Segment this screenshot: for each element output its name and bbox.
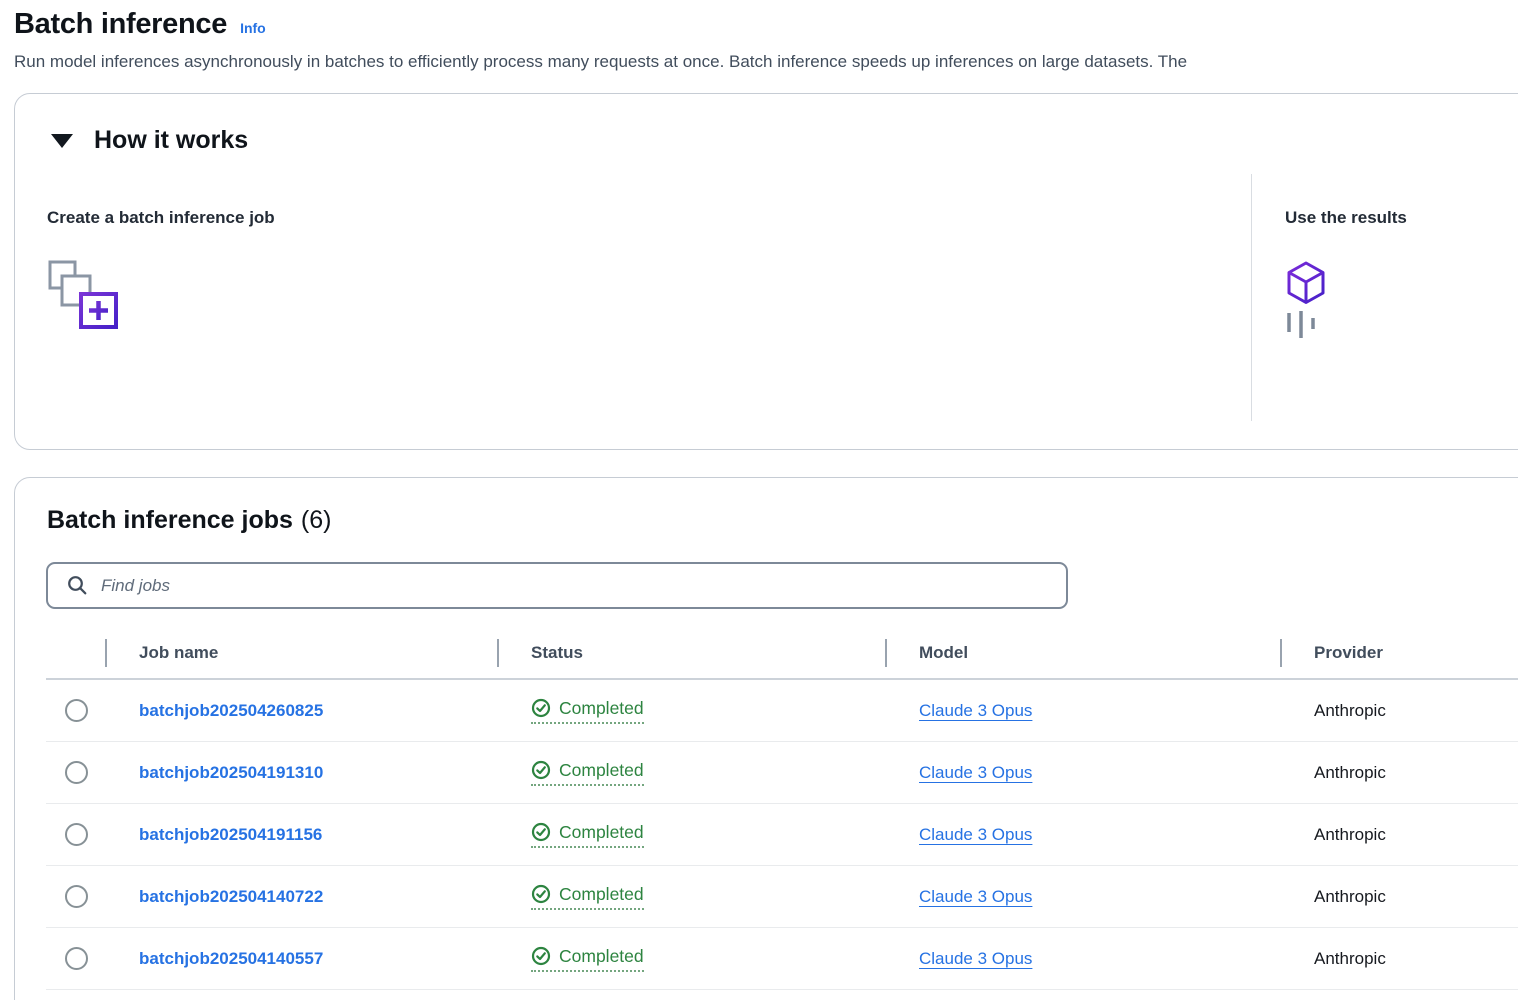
check-circle-icon (531, 760, 551, 780)
jobs-table: Job name Status Model Provider batchjob2… (46, 628, 1518, 990)
selection-cell (46, 699, 106, 722)
status-cell: Completed (498, 822, 886, 848)
caret-down-icon (51, 133, 73, 148)
job-name-cell: batchjob202504140722 (106, 887, 498, 907)
status-cell: Completed (498, 698, 886, 724)
column-header-provider: Provider (1280, 628, 1518, 678)
search-input[interactable] (101, 564, 1066, 607)
use-results-column: Use the results Use the batch inference (1285, 208, 1518, 508)
how-it-works-expander[interactable]: How it works (51, 126, 248, 155)
status-text: Completed (559, 697, 644, 718)
table-row: batchjob202504260825 Completed Claude 3 … (46, 680, 1518, 742)
provider-text: Anthropic (1314, 824, 1386, 844)
page-description: Run model inferences asynchronously in b… (14, 52, 1188, 71)
info-link[interactable]: Info (240, 20, 266, 36)
row-radio-button[interactable] (64, 761, 88, 784)
table-row: batchjob202504191156 Completed Claude 3 … (46, 804, 1518, 866)
job-name-link[interactable]: batchjob202504140557 (139, 949, 323, 968)
model-cell: Claude 3 Opus (886, 701, 1281, 721)
use-results-title: Use the results (1285, 208, 1407, 227)
page-header: Batch inference Info (14, 8, 1518, 41)
model-link[interactable]: Claude 3 Opus (919, 701, 1032, 720)
results-cube-icon (1287, 261, 1325, 304)
table-body: batchjob202504260825 Completed Claude 3 … (46, 680, 1518, 990)
job-name-link[interactable]: batchjob202504191156 (139, 825, 322, 844)
table-row: batchjob202504140722 Completed Claude 3 … (46, 866, 1518, 928)
jobs-search-box[interactable] (46, 562, 1068, 609)
create-job-title: Create a batch inference job (47, 208, 275, 227)
row-radio-button[interactable] (64, 947, 88, 970)
row-radio-button[interactable] (64, 823, 88, 846)
status-text: Completed (559, 759, 644, 780)
how-it-works-title: How it works (94, 126, 249, 154)
provider-text: Anthropic (1314, 886, 1386, 906)
create-job-icon (48, 260, 118, 329)
status-badge[interactable]: Completed (531, 946, 644, 972)
provider-text: Anthropic (1314, 948, 1386, 968)
jobs-panel: Batch inference jobs(6) Job name Status … (14, 477, 1518, 1000)
how-it-works-card: How it works Create a batch inference jo… (14, 93, 1518, 508)
status-text: Completed (559, 883, 644, 904)
provider-text: Anthropic (1314, 762, 1386, 782)
status-badge[interactable]: Completed (531, 760, 644, 786)
job-name-link[interactable]: batchjob202504191310 (139, 763, 323, 782)
check-circle-icon (531, 698, 551, 718)
status-cell: Completed (498, 760, 886, 786)
check-circle-icon (531, 946, 551, 966)
column-header-model: Model (885, 628, 1281, 678)
row-radio-button[interactable] (64, 699, 88, 722)
jobs-count: (6) (300, 506, 332, 534)
provider-text: Anthropic (1314, 700, 1386, 720)
page-title: Batch inference (14, 8, 228, 40)
model-cell: Claude 3 Opus (886, 887, 1281, 907)
search-icon (68, 576, 87, 595)
selection-cell (46, 947, 106, 970)
column-header-job-name: Job name (105, 628, 498, 678)
model-link[interactable]: Claude 3 Opus (919, 949, 1032, 968)
job-name-cell: batchjob202504191156 (106, 825, 498, 845)
table-row: batchjob202504140557 Completed Claude 3 … (46, 928, 1518, 990)
jobs-panel-title: Batch inference jobs (6) (47, 506, 331, 535)
data-streams-icon (1287, 311, 1315, 338)
column-header-status: Status (497, 628, 886, 678)
status-text: Completed (559, 821, 644, 842)
job-name-link[interactable]: batchjob202504260825 (139, 701, 323, 720)
column-divider (1251, 174, 1252, 421)
status-cell: Completed (498, 946, 886, 972)
row-radio-button[interactable] (64, 885, 88, 908)
model-cell: Claude 3 Opus (886, 763, 1281, 783)
model-link[interactable]: Claude 3 Opus (919, 763, 1032, 782)
selection-cell (46, 885, 106, 908)
check-circle-icon (531, 822, 551, 842)
model-cell: Claude 3 Opus (886, 949, 1281, 969)
create-job-column: Create a batch inference job To create a… (47, 208, 1187, 508)
table-header-row: Job name Status Model Provider (46, 628, 1518, 680)
model-link[interactable]: Claude 3 Opus (919, 825, 1032, 844)
check-circle-icon (531, 884, 551, 904)
status-cell: Completed (498, 884, 886, 910)
job-name-link[interactable]: batchjob202504140722 (139, 887, 323, 906)
job-name-cell: batchjob202504191310 (106, 763, 498, 783)
selection-cell (46, 823, 106, 846)
job-name-cell: batchjob202504260825 (106, 701, 498, 721)
selection-cell (46, 761, 106, 784)
table-row: batchjob202504191310 Completed Claude 3 … (46, 742, 1518, 804)
jobs-title-text: Batch inference jobs (47, 506, 293, 534)
status-text: Completed (559, 945, 644, 966)
selection-column-header (46, 628, 106, 678)
job-name-cell: batchjob202504140557 (106, 949, 498, 969)
status-badge[interactable]: Completed (531, 698, 644, 724)
status-badge[interactable]: Completed (531, 822, 644, 848)
model-link[interactable]: Claude 3 Opus (919, 887, 1032, 906)
model-cell: Claude 3 Opus (886, 825, 1281, 845)
status-badge[interactable]: Completed (531, 884, 644, 910)
